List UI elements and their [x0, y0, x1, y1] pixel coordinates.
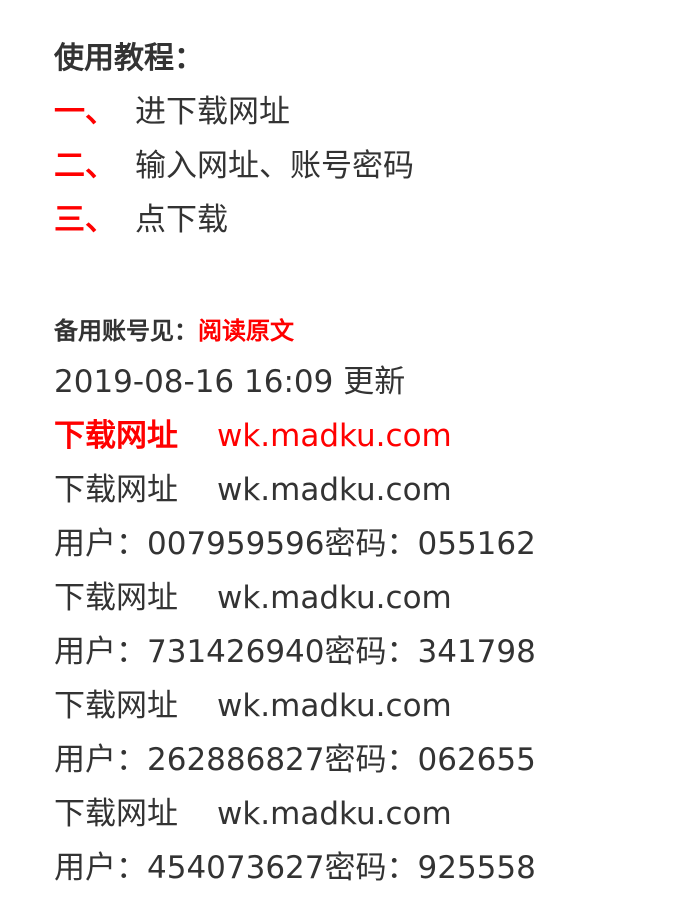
- download-url-text: wk.madku.com: [217, 796, 452, 832]
- download-url-text: wk.madku.com: [217, 580, 452, 616]
- download-url-text: wk.madku.com: [217, 688, 452, 724]
- step-number: 三、: [54, 202, 116, 238]
- credentials-row: 用户：262886827密码：062655: [54, 742, 536, 778]
- download-url-link[interactable]: wk.madku.com: [217, 418, 452, 454]
- step-3: 三、 点下载: [54, 193, 228, 247]
- download-url-label: 下载网址: [54, 418, 178, 454]
- read-original-link[interactable]: 阅读原文: [198, 317, 294, 345]
- step-1: 一、 进下载网址: [54, 85, 290, 139]
- download-url-row: 下载网址 wk.madku.com: [54, 679, 452, 733]
- step-text: 输入网址、账号密码: [135, 148, 414, 184]
- download-url-label: 下载网址: [54, 580, 178, 616]
- credentials-row: 用户：454073627密码：925558: [54, 850, 536, 886]
- featured-download-url: 下载网址 wk.madku.com: [54, 409, 452, 463]
- credentials-row: 用户：731426940密码：341798: [54, 634, 536, 670]
- step-2: 二、 输入网址、账号密码: [54, 139, 414, 193]
- download-url-text: wk.madku.com: [217, 472, 452, 508]
- step-number: 一、: [54, 94, 116, 130]
- download-url-row: 下载网址 wk.madku.com: [54, 787, 452, 841]
- backup-accounts-note: 备用账号见：阅读原文: [54, 311, 294, 351]
- download-url-label: 下载网址: [54, 472, 178, 508]
- backup-label: 备用账号见：: [54, 317, 198, 345]
- step-number: 二、: [54, 148, 116, 184]
- download-url-label: 下载网址: [54, 688, 178, 724]
- download-url-row: 下载网址 wk.madku.com: [54, 571, 452, 625]
- update-timestamp: 2019-08-16 16:09 更新: [54, 364, 406, 400]
- step-text: 点下载: [135, 202, 228, 238]
- credentials-row: 用户：007959596密码：055162: [54, 526, 536, 562]
- download-url-label: 下载网址: [54, 796, 178, 832]
- tutorial-heading: 使用教程：: [54, 41, 204, 76]
- download-url-row: 下载网址 wk.madku.com: [54, 463, 452, 517]
- step-text: 进下载网址: [135, 94, 290, 130]
